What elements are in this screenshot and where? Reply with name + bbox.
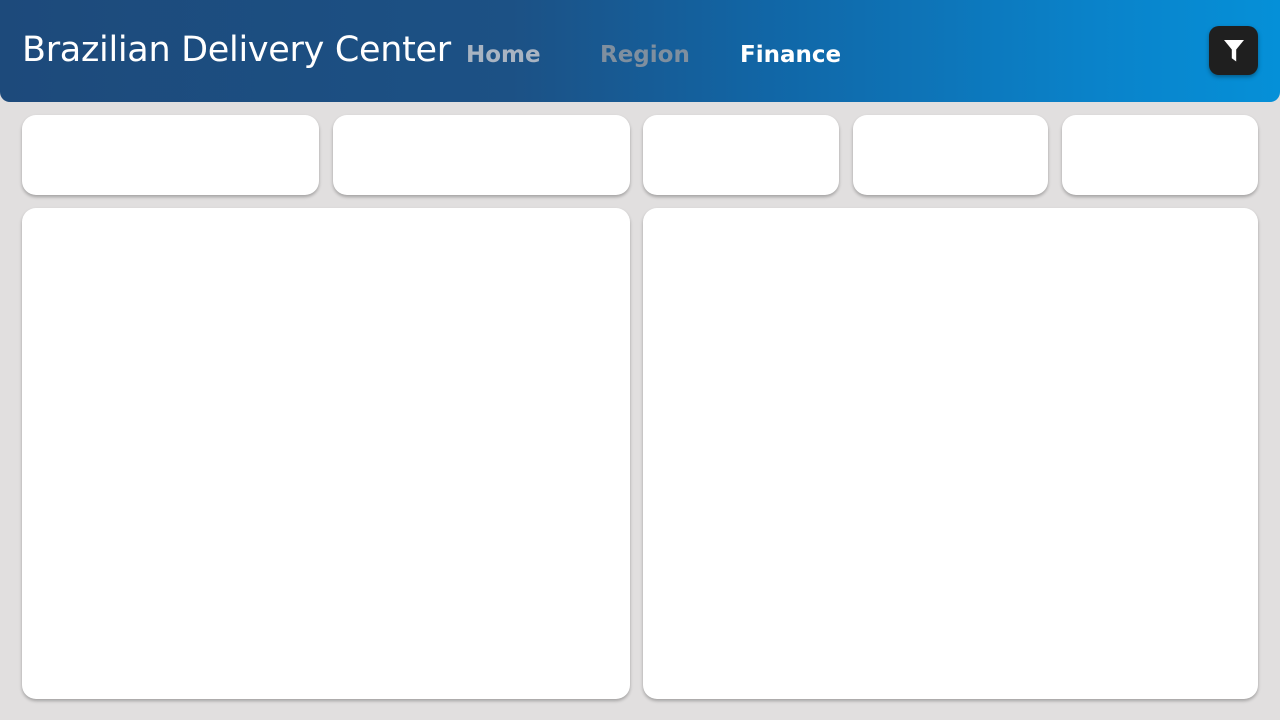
kpi-card-5 bbox=[1062, 115, 1258, 195]
top-header: Brazilian Delivery Center Home Region Fi… bbox=[0, 0, 1280, 102]
filter-icon bbox=[1223, 39, 1245, 63]
app-title: Brazilian Delivery Center bbox=[22, 30, 451, 70]
tab-finance[interactable]: Finance bbox=[740, 39, 841, 71]
tab-region[interactable]: Region bbox=[600, 39, 690, 71]
filter-button[interactable] bbox=[1209, 26, 1258, 75]
kpi-card-2 bbox=[333, 115, 630, 195]
chart-panel-right bbox=[643, 208, 1258, 699]
chart-panel-left bbox=[22, 208, 630, 699]
kpi-card-4 bbox=[853, 115, 1048, 195]
tab-home[interactable]: Home bbox=[466, 39, 541, 71]
kpi-card-1 bbox=[22, 115, 319, 195]
kpi-card-3 bbox=[643, 115, 839, 195]
